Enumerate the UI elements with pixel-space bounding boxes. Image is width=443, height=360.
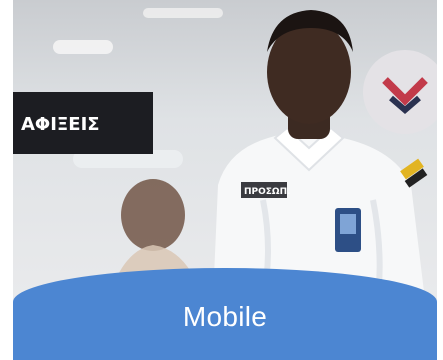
svg-text:ΠΡΟΣΩΠ.: ΠΡΟΣΩΠ.: [244, 187, 291, 197]
card-photo: ΑΦΙΞΕΙΣ ΠΡΟΣΩΠ.: [13, 0, 437, 300]
id-card: [335, 208, 361, 252]
svg-text:ΑΦΙΞΕΙΣ: ΑΦΙΞΕΙΣ: [21, 114, 100, 135]
background-logo: [363, 50, 437, 134]
airport-sign: ΑΦΙΞΕΙΣ: [13, 92, 153, 154]
card-banner[interactable]: Mobile: [13, 268, 437, 360]
card-label: Mobile: [182, 301, 268, 332]
name-badge: ΠΡΟΣΩΠ.: [241, 182, 291, 198]
mobile-card[interactable]: ΑΦΙΞΕΙΣ ΠΡΟΣΩΠ. Mobile: [13, 0, 437, 360]
